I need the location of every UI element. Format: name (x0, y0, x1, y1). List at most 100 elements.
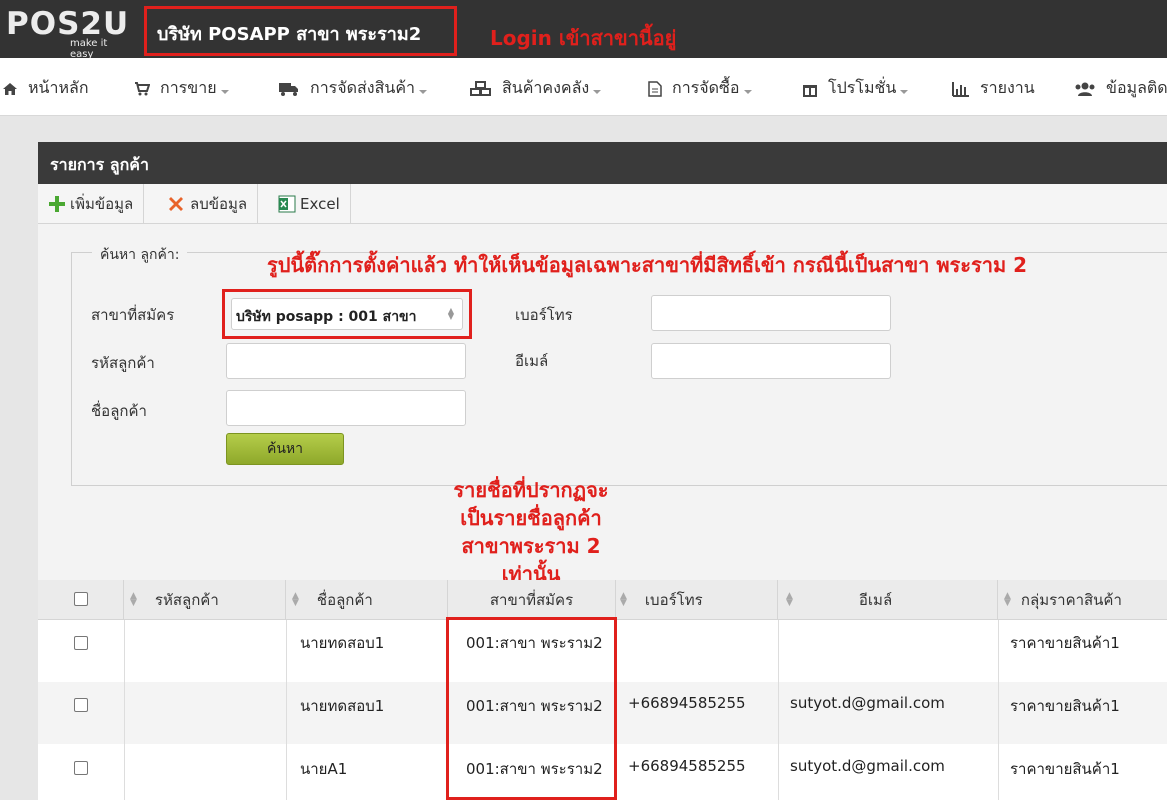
row-checkbox[interactable] (74, 761, 88, 775)
table-header: ▲ ▼ รหัสลูกค้า ▲ ▼ ชื่อลูกค้า สาขาที่สมัคร… (38, 580, 1167, 620)
chevron-down-icon (900, 89, 909, 94)
branch-select[interactable]: บริษัท posapp : 001 สาขา ▲ ▼ (231, 298, 463, 330)
main-nav: หน้าหลัก การขาย การจัดส่งสินค้า สินค้าคง… (0, 58, 1167, 116)
list-annotation-line: รายชื่อที่ปรากฏจะ (453, 478, 609, 502)
column-divider (998, 620, 999, 800)
cell-email: sutyot.d@gmail.com (790, 694, 945, 712)
chevron-down-icon (419, 89, 427, 94)
nav-item-inventory[interactable]: สินค้าคงคลัง (470, 76, 602, 101)
gift-icon (803, 84, 817, 97)
document-icon (648, 80, 662, 97)
nav-label: การจัดส่งสินค้า (310, 78, 415, 97)
sort-icon: ▲ ▼ (130, 591, 137, 608)
header-branch[interactable]: สาขาที่สมัคร (448, 580, 616, 620)
logo-tagline: make it easy (70, 38, 108, 60)
login-annotation: Login เข้าสาขานี้อยู่ (490, 26, 677, 50)
panel-title: รายการ ลูกค้า (50, 155, 149, 174)
excel-button-label: Excel (300, 195, 340, 213)
plus-icon (49, 196, 65, 212)
add-button-label: เพิ่มข้อมูล (70, 195, 134, 213)
cell-name: นายทดสอบ1 (300, 697, 385, 715)
phone-input[interactable] (651, 295, 891, 331)
column-divider (124, 620, 125, 800)
name-label: ชื่อลูกค้า (91, 402, 147, 420)
rule-annotation: รูปนี้ติ๊กการตั้งค่าแล้ว ทำให้เห็นข้อมูล… (267, 253, 1028, 277)
search-legend: ค้นหา ลูกค้า: (92, 244, 188, 266)
column-divider (286, 620, 287, 800)
sort-icon: ▲ ▼ (786, 591, 793, 608)
customer-name-input[interactable] (226, 390, 466, 426)
delete-icon (169, 197, 183, 211)
column-divider (778, 620, 779, 800)
header-customer-code[interactable]: ▲ ▼ รหัสลูกค้า (124, 580, 286, 620)
header-customer-name[interactable]: ▲ ▼ ชื่อลูกค้า (286, 580, 448, 620)
toolbar: เพิ่มข้อมูล ลบข้อมูล Excel (38, 184, 1167, 224)
email-input[interactable] (651, 343, 891, 379)
cell-name: นายA1 (300, 760, 348, 778)
nav-label: รายงาน (980, 78, 1035, 97)
header-label: เบอร์โทร (644, 591, 703, 609)
customer-code-input[interactable] (226, 343, 466, 379)
sort-icon: ▲ ▼ (292, 591, 299, 608)
panel-header: รายการ ลูกค้า (38, 142, 1167, 184)
search-fieldset: ค้นหา ลูกค้า: รูปนี้ติ๊กการตั้งค่าแล้ว ท… (71, 244, 1167, 486)
nav-label: การจัดซื้อ (672, 78, 740, 97)
nav-label: หน้าหลัก (28, 78, 89, 97)
search-button-label: ค้นหา (266, 441, 304, 457)
phone-label: เบอร์โทร (515, 306, 573, 324)
cell-price-group: ราคาขายสินค้า1 (1010, 634, 1120, 652)
app-logo[interactable]: POS2U make it easy (6, 6, 130, 60)
logo-text: POS2U (6, 6, 130, 42)
cell-price-group: ราคาขายสินค้า1 (1010, 697, 1120, 715)
nav-item-home[interactable]: หน้าหลัก (2, 76, 89, 101)
cell-phone: +66894585255 (628, 694, 746, 712)
company-highlight-box: บริษัท POSAPP สาขา พระราม2 (144, 6, 457, 56)
nav-item-promotion[interactable]: โปรโมชั่น (802, 76, 909, 101)
users-icon (1075, 82, 1095, 96)
truck-icon (279, 82, 298, 96)
chevron-down-icon (743, 89, 752, 94)
sort-icon: ▲ ▼ (620, 591, 627, 608)
home-icon (3, 82, 17, 95)
row-checkbox[interactable] (74, 636, 88, 650)
header-price-group[interactable]: ▲ ▼ กลุ่มราคาสินค้า (998, 580, 1167, 620)
select-all-checkbox[interactable] (74, 592, 88, 606)
delete-button[interactable]: ลบข้อมูล (156, 184, 259, 224)
add-button[interactable]: เพิ่มข้อมูล (38, 184, 145, 224)
email-label: อีเมล์ (515, 352, 549, 370)
list-annotation-line: สาขาพระราม 2 (461, 534, 601, 558)
branch-select-highlight: บริษัท posapp : 001 สาขา ▲ ▼ (222, 289, 472, 339)
header-email[interactable]: ▲ ▼ อีเมล์ (778, 580, 998, 620)
nav-label: สินค้าคงคลัง (502, 78, 590, 97)
nav-item-purchase[interactable]: การจัดซื้อ (648, 76, 752, 101)
select-arrows-icon: ▲ ▼ (447, 306, 454, 321)
header-phone[interactable]: ▲ ▼ เบอร์โทร (616, 580, 778, 620)
chevron-down-icon (220, 89, 229, 94)
sort-icon: ▲ ▼ (1004, 591, 1011, 608)
header-label: สาขาที่สมัคร (489, 591, 574, 609)
nav-item-contact[interactable]: ข้อมูลติด (1074, 76, 1167, 101)
header-label: ชื่อลูกค้า (316, 591, 373, 609)
customer-panel: รายการ ลูกค้า เพิ่มข้อมูล ลบข้อมูล Excel… (38, 142, 1167, 800)
excel-button[interactable]: Excel (268, 184, 351, 224)
bar-chart-icon (952, 81, 969, 97)
cell-price-group: ราคาขายสินค้า1 (1010, 760, 1120, 778)
boxes-icon (470, 80, 491, 96)
code-label: รหัสลูกค้า (91, 354, 155, 372)
header-label: กลุ่มราคาสินค้า (1020, 591, 1122, 609)
list-annotation: รายชื่อที่ปรากฏจะ เป็นรายชื่อลูกค้า สาขา… (436, 476, 626, 588)
nav-item-delivery[interactable]: การจัดส่งสินค้า (278, 76, 427, 101)
search-button[interactable]: ค้นหา (226, 433, 344, 465)
list-annotation-line: เป็นรายชื่อลูกค้า (460, 506, 602, 530)
cell-phone: +66894585255 (628, 757, 746, 775)
branch-label: สาขาที่สมัคร (91, 306, 175, 324)
excel-icon (278, 195, 296, 213)
nav-label: โปรโมชั่น (828, 78, 897, 97)
chevron-down-icon (593, 89, 602, 94)
nav-label: ข้อมูลติด (1106, 78, 1167, 97)
branch-select-value: บริษัท posapp : 001 สาขา (236, 309, 417, 325)
row-checkbox[interactable] (74, 698, 88, 712)
nav-item-report[interactable]: รายงาน (952, 76, 1035, 101)
company-branch-name: บริษัท POSAPP สาขา พระราม2 (157, 24, 422, 45)
nav-item-sales[interactable]: การขาย (134, 76, 229, 101)
